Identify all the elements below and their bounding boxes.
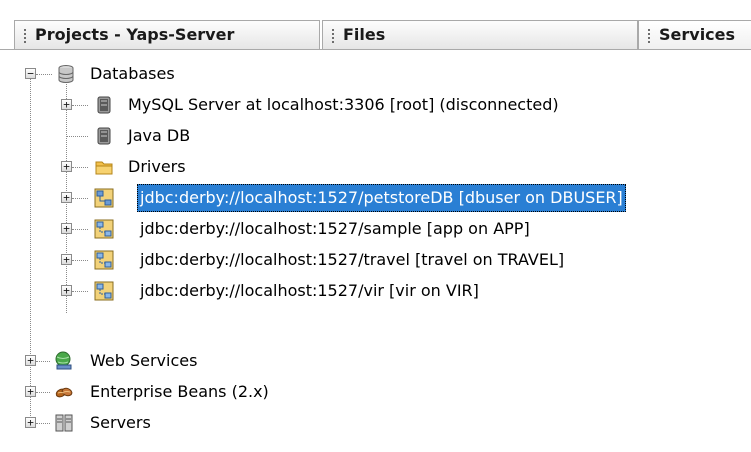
tree-connector <box>72 105 88 106</box>
expand-toggle-icon[interactable]: + <box>61 285 72 296</box>
tree-node-servers[interactable]: + Servers <box>0 408 751 438</box>
tree-node-petstore-connection[interactable]: + jdbc:derby://localhost:1527/petstoreDB… <box>0 183 751 213</box>
database-icon <box>58 65 74 83</box>
expand-toggle-icon[interactable]: + <box>61 223 72 234</box>
tree-connector <box>72 167 88 168</box>
tree-node-label: Drivers <box>128 157 186 176</box>
web-services-globe-icon <box>55 351 72 370</box>
tab-services[interactable]: Services <box>638 20 751 50</box>
servers-icon <box>55 414 73 432</box>
folder-icon <box>95 161 113 175</box>
tree-node-label: Enterprise Beans (2.x) <box>90 382 269 401</box>
tree-connector <box>72 229 88 230</box>
database-server-icon <box>97 127 111 145</box>
database-server-icon <box>97 96 111 114</box>
tree-node-sample-connection[interactable]: + jdbc:derby://localhost:1527/sample [ap… <box>0 214 751 244</box>
expand-toggle-icon[interactable]: + <box>25 386 36 397</box>
expand-toggle-icon[interactable]: + <box>25 417 36 428</box>
tree-connector <box>36 423 50 424</box>
tab-divider-line <box>0 49 751 50</box>
tree-connector <box>36 392 50 393</box>
tree-node-vir-connection[interactable]: + jdbc:derby://localhost:1527/vir [vir o… <box>0 276 751 306</box>
tree-connector <box>72 260 88 261</box>
tree-node-label: Databases <box>90 64 175 83</box>
window-tab-strip: Projects - Yaps-Server Files Services <box>0 0 751 54</box>
tree-connector <box>36 361 50 362</box>
services-tree: − Databases + MySQL Server at localhost:… <box>0 54 751 452</box>
tree-node-label: jdbc:derby://localhost:1527/travel [trav… <box>140 250 565 269</box>
tree-node-label: jdbc:derby://localhost:1527/petstoreDB [… <box>137 184 626 212</box>
tab-files[interactable]: Files <box>322 20 638 50</box>
tree-node-label: MySQL Server at localhost:3306 [root] (d… <box>128 95 559 114</box>
expand-toggle-icon[interactable]: + <box>61 161 72 172</box>
tree-node-label: Web Services <box>90 351 198 370</box>
tree-node-enterprise-beans[interactable]: + Enterprise Beans (2.x) <box>0 377 751 407</box>
tab-projects-label: Projects - Yaps-Server <box>35 25 235 44</box>
tree-node-mysql-server[interactable]: + MySQL Server at localhost:3306 [root] … <box>0 90 751 120</box>
db-connection-icon <box>94 188 114 208</box>
tree-connector <box>36 74 52 75</box>
tree-node-label: jdbc:derby://localhost:1527/vir [vir on … <box>140 281 479 300</box>
tab-projects[interactable]: Projects - Yaps-Server <box>14 20 320 50</box>
tree-node-web-services[interactable]: + Web Services <box>0 346 751 376</box>
tree-node-label: jdbc:derby://localhost:1527/sample [app … <box>140 219 530 238</box>
expand-toggle-icon[interactable]: + <box>61 192 72 203</box>
tree-node-label: Java DB <box>128 126 191 145</box>
drag-grip-icon[interactable] <box>24 29 27 43</box>
tree-node-travel-connection[interactable]: + jdbc:derby://localhost:1527/travel [tr… <box>0 245 751 275</box>
tree-node-databases[interactable]: − Databases <box>0 59 751 89</box>
enterprise-beans-icon <box>55 387 73 398</box>
expand-toggle-icon[interactable]: + <box>25 355 36 366</box>
tree-node-label: Servers <box>90 413 151 432</box>
expand-toggle-icon[interactable]: + <box>61 99 72 110</box>
tree-connector <box>66 136 88 137</box>
tree-node-java-db[interactable]: Java DB <box>0 121 751 151</box>
db-connection-icon <box>94 281 114 301</box>
tab-services-label: Services <box>659 25 736 44</box>
drag-grip-icon[interactable] <box>648 29 651 43</box>
collapse-toggle-icon[interactable]: − <box>25 68 36 79</box>
tree-node-drivers[interactable]: + Drivers <box>0 152 751 182</box>
drag-grip-icon[interactable] <box>332 29 335 43</box>
tab-files-label: Files <box>343 25 386 44</box>
db-connection-icon <box>94 219 114 239</box>
db-connection-icon <box>94 250 114 270</box>
tree-connector <box>72 198 88 199</box>
tree-connector <box>72 291 88 292</box>
expand-toggle-icon[interactable]: + <box>61 254 72 265</box>
